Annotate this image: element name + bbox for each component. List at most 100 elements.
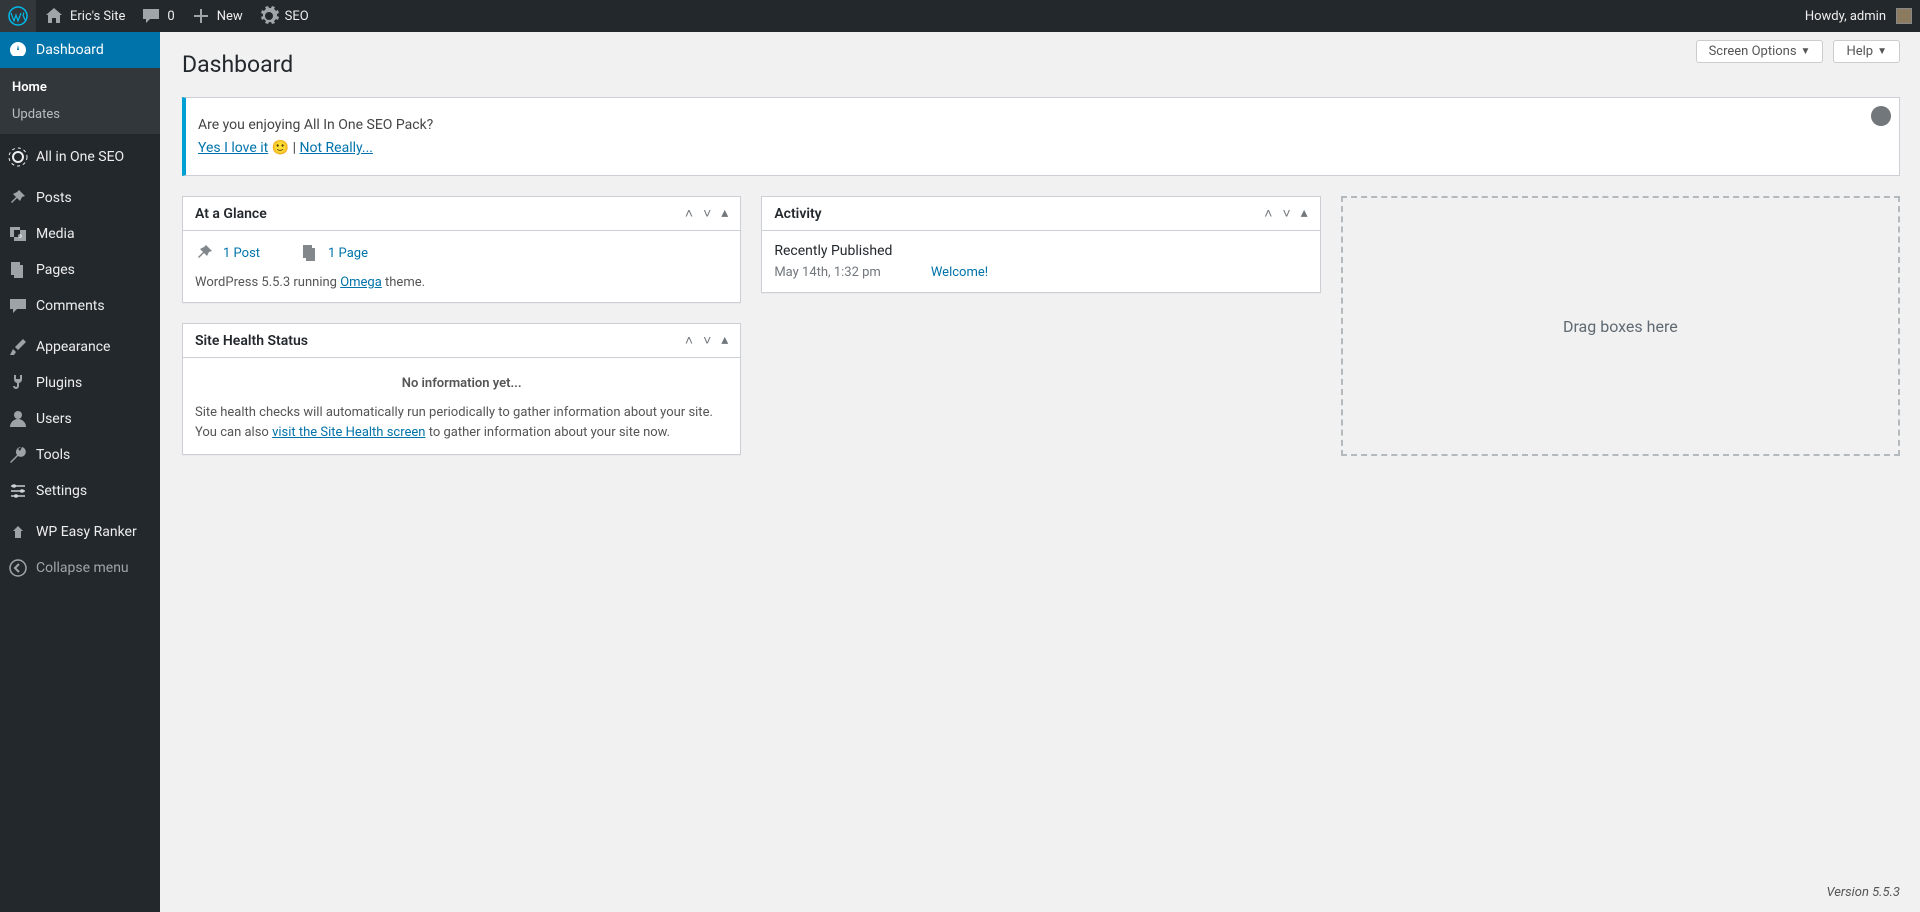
close-icon	[1876, 111, 1886, 121]
toggle-button[interactable]: ▴	[721, 332, 728, 349]
glance-pages-link[interactable]: 1 Page	[328, 246, 368, 261]
notice-no-link[interactable]: Not Really...	[300, 140, 373, 156]
pages-icon	[8, 260, 28, 280]
notice-question: Are you enjoying All In One SEO Pack?	[198, 117, 1887, 133]
sidebar-item-plugins[interactable]: Plugins	[0, 365, 160, 401]
widget-title: Activity	[774, 206, 821, 222]
plus-icon	[191, 6, 211, 26]
comment-icon	[8, 296, 28, 316]
media-icon	[8, 224, 28, 244]
pin-icon	[195, 243, 215, 263]
sidebar-label: WP Easy Ranker	[36, 524, 137, 540]
wp-logo-menu[interactable]	[0, 0, 36, 32]
wordpress-icon	[8, 6, 28, 26]
theme-link[interactable]: Omega	[340, 275, 382, 290]
widget-title: At a Glance	[195, 206, 267, 222]
sidebar-label: Pages	[36, 262, 75, 278]
sidebar-item-aioseo[interactable]: All in One SEO	[0, 139, 160, 175]
move-down-button[interactable]: ˅	[703, 205, 711, 222]
move-up-button[interactable]: ˄	[685, 205, 693, 222]
toggle-button[interactable]: ▴	[721, 205, 728, 222]
sidebar-item-users[interactable]: Users	[0, 401, 160, 437]
dashboard-icon	[8, 40, 28, 60]
glance-posts-link[interactable]: 1 Post	[223, 246, 260, 261]
site-health-noinfo: No information yet...	[195, 370, 728, 403]
wrench-icon	[8, 445, 28, 465]
brush-icon	[8, 337, 28, 357]
screen-options-button[interactable]: Screen Options ▼	[1696, 40, 1824, 63]
chevron-down-icon: ▼	[1801, 46, 1811, 57]
notice-sep: |	[293, 140, 300, 156]
comment-icon	[141, 6, 161, 26]
screen-options-label: Screen Options	[1709, 44, 1797, 59]
notice-yes-link[interactable]: Yes I love it	[198, 140, 268, 156]
chevron-down-icon: ▼	[1877, 46, 1887, 57]
page-icon	[300, 243, 320, 263]
sidebar-label: Settings	[36, 483, 87, 499]
comments-count: 0	[167, 9, 174, 24]
widget-site-health: Site Health Status ˄ ˅ ▴ No information …	[182, 323, 741, 455]
sidebar-label: Tools	[36, 447, 70, 463]
aioseo-notice: Are you enjoying All In One SEO Pack? Ye…	[182, 97, 1900, 176]
widget-activity: Activity ˄ ˅ ▴ Recently Published May 14…	[761, 196, 1320, 293]
new-content-menu[interactable]: New	[183, 0, 251, 32]
aioseo-icon	[8, 147, 28, 167]
avatar	[1896, 8, 1912, 24]
user-icon	[8, 409, 28, 429]
activity-date: May 14th, 1:32 pm	[774, 265, 881, 280]
sidebar-item-comments[interactable]: Comments	[0, 288, 160, 324]
sliders-icon	[8, 481, 28, 501]
submenu-item-updates[interactable]: Updates	[0, 101, 160, 128]
sidebar-label: Media	[36, 226, 75, 242]
footer-version: Version 5.5.3	[1826, 885, 1900, 900]
collapse-icon	[8, 558, 28, 578]
account-menu[interactable]: Howdy, admin	[1797, 0, 1920, 32]
dropzone-label: Drag boxes here	[1563, 317, 1678, 336]
sidebar-item-settings[interactable]: Settings	[0, 473, 160, 509]
site-health-link[interactable]: visit the Site Health screen	[272, 425, 425, 440]
sidebar-item-tools[interactable]: Tools	[0, 437, 160, 473]
collapse-label: Collapse menu	[36, 560, 129, 576]
site-health-text2: to gather information about your site no…	[425, 425, 670, 440]
sidebar-item-appearance[interactable]: Appearance	[0, 329, 160, 365]
site-name-menu[interactable]: Eric's Site	[36, 0, 133, 32]
submenu-item-home[interactable]: Home	[0, 74, 160, 101]
plug-icon	[8, 373, 28, 393]
widget-title: Site Health Status	[195, 333, 308, 349]
pin-icon	[8, 188, 28, 208]
widget-at-a-glance: At a Glance ˄ ˅ ▴ 1 Post	[182, 196, 741, 303]
sidebar-label: Posts	[36, 190, 72, 206]
sidebar-submenu-dashboard: Home Updates	[0, 68, 160, 134]
gear-icon	[259, 6, 279, 26]
comments-menu[interactable]: 0	[133, 0, 182, 32]
sidebar-label: Plugins	[36, 375, 82, 391]
page-title: Dashboard	[182, 42, 1900, 82]
admin-sidebar: Dashboard Home Updates All in One SEO Po…	[0, 32, 160, 912]
sidebar-item-pages[interactable]: Pages	[0, 252, 160, 288]
sidebar-label: Users	[36, 411, 72, 427]
home-icon	[44, 6, 64, 26]
empty-dropzone[interactable]: Drag boxes here	[1341, 196, 1900, 456]
move-down-button[interactable]: ˅	[1282, 205, 1290, 222]
sidebar-item-posts[interactable]: Posts	[0, 180, 160, 216]
main-content: Screen Options ▼ Help ▼ Dashboard Are yo…	[160, 32, 1920, 912]
sidebar-label: All in One SEO	[36, 149, 124, 165]
sidebar-item-wpranker[interactable]: WP Easy Ranker	[0, 514, 160, 550]
toggle-button[interactable]: ▴	[1301, 205, 1308, 222]
activity-post-link[interactable]: Welcome!	[931, 265, 988, 280]
notice-dismiss-button[interactable]	[1871, 106, 1891, 126]
collapse-menu-button[interactable]: Collapse menu	[0, 550, 160, 586]
sidebar-label: Dashboard	[36, 42, 104, 58]
help-label: Help	[1846, 44, 1873, 59]
move-up-button[interactable]: ˄	[685, 332, 693, 349]
move-down-button[interactable]: ˅	[703, 332, 711, 349]
ranker-icon	[8, 522, 28, 542]
move-up-button[interactable]: ˄	[1264, 205, 1272, 222]
sidebar-item-media[interactable]: Media	[0, 216, 160, 252]
sidebar-item-dashboard[interactable]: Dashboard	[0, 32, 160, 68]
wp-version-text-post: theme.	[382, 275, 425, 290]
new-label: New	[217, 9, 243, 24]
seo-menu[interactable]: SEO	[251, 0, 317, 32]
site-name-label: Eric's Site	[70, 9, 125, 24]
help-button[interactable]: Help ▼	[1833, 40, 1900, 63]
